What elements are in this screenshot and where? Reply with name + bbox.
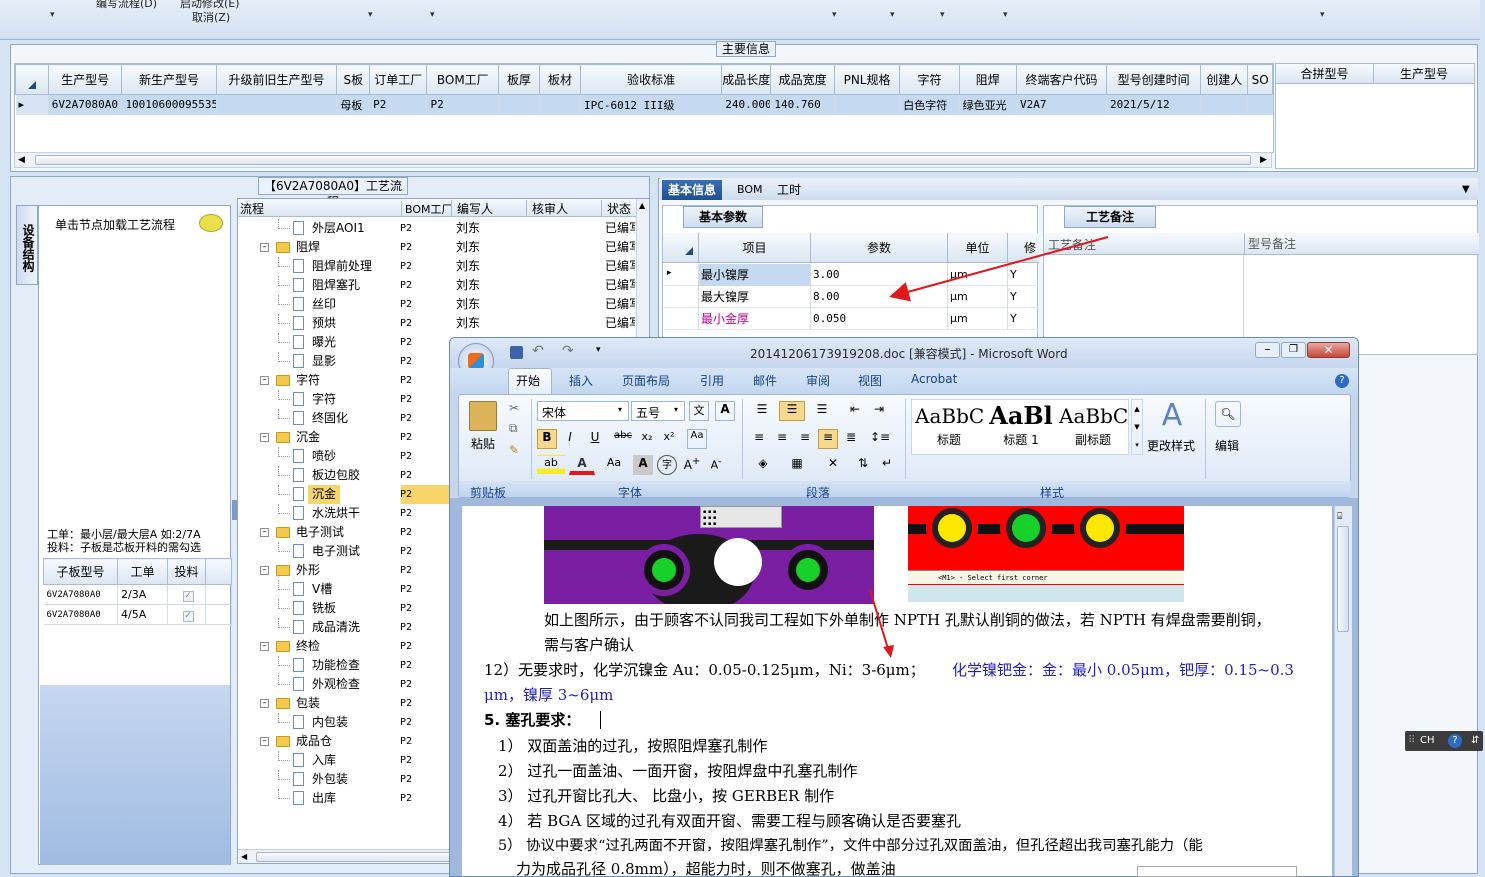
underline-icon[interactable]: U xyxy=(583,429,607,449)
document-page[interactable]: ▪ ▪ ▪ ▪ ▪ ▪ ▪ ▪ ▪ <M1> - Select first corn… xyxy=(462,506,1332,876)
highlight-icon[interactable]: ab xyxy=(537,455,565,475)
sort-icon[interactable]: ⇅ xyxy=(853,455,873,475)
format-painter-icon[interactable]: ✎ xyxy=(509,443,519,457)
undo-icon[interactable]: ↶ xyxy=(532,343,544,359)
enclose-characters-icon[interactable]: 字 xyxy=(657,455,677,475)
decrease-indent-icon[interactable]: ⇤ xyxy=(845,401,865,421)
window-title: 20141206173919208.doc [兼容模式] - Microsoft… xyxy=(750,347,1068,361)
copy-icon[interactable]: ⧉ xyxy=(509,421,518,436)
character-border-icon[interactable]: A xyxy=(715,401,735,421)
shading-icon[interactable]: ◈ xyxy=(749,455,777,475)
subscript-icon[interactable]: x₂ xyxy=(637,429,657,449)
doc-red-arrow xyxy=(869,589,894,658)
word-titlebar: ↶ ↷ ▾ 20141206173919208.doc [兼容模式] - Mic… xyxy=(450,338,1358,379)
ime-toolbar[interactable]: ⠿ CH ? ⇵ xyxy=(1405,731,1483,751)
styles-scroll[interactable]: ▲ ▼ ▾ xyxy=(1131,399,1143,455)
floating-toolbar xyxy=(1137,866,1297,877)
multilevel-list-icon[interactable]: ☰ xyxy=(809,401,835,421)
tab-view[interactable]: 视图 xyxy=(858,372,882,389)
paste-icon[interactable] xyxy=(469,401,497,431)
document-vertical-scrollbar[interactable]: ⌸ xyxy=(1334,506,1352,876)
borders-icon[interactable]: ▦ xyxy=(783,455,811,475)
tab-references[interactable]: 引用 xyxy=(700,372,724,389)
strikethrough-icon[interactable]: abc xyxy=(611,429,635,449)
bold-icon[interactable]: B xyxy=(537,429,557,449)
chevron-down-icon: ▾ xyxy=(618,405,623,414)
show-marks-icon[interactable]: ↵ xyxy=(877,455,897,475)
distributed-icon[interactable]: ≣ xyxy=(841,429,861,449)
change-case-icon[interactable]: Aa xyxy=(601,455,627,475)
increase-indent-icon[interactable]: ⇥ xyxy=(869,401,889,421)
justify-icon[interactable]: ≡ xyxy=(818,429,838,449)
ime-language[interactable]: CH xyxy=(1420,731,1435,751)
paste-button[interactable]: 粘贴 xyxy=(471,435,495,452)
tab-home[interactable]: 开始 xyxy=(516,372,540,389)
close-button[interactable]: ✕ xyxy=(1307,342,1350,358)
chinese-layout-icon[interactable]: ✕ xyxy=(819,455,847,475)
chevron-down-icon: ▾ xyxy=(674,405,679,414)
font-color-icon[interactable]: A xyxy=(569,455,595,475)
italic-icon[interactable]: I xyxy=(560,429,580,449)
tab-page-layout[interactable]: 页面布局 xyxy=(622,372,670,389)
help-icon[interactable]: ? xyxy=(1448,734,1462,748)
font-name-select[interactable]: 宋体 ▾ xyxy=(537,401,629,421)
tab-mailings[interactable]: 邮件 xyxy=(753,372,777,389)
style-swatch[interactable]: AaBl 标题 1 xyxy=(987,401,1055,453)
font-size-select[interactable]: 五号 ▾ xyxy=(631,401,685,421)
shrink-font-icon[interactable]: A- xyxy=(705,455,727,475)
edit-button[interactable]: 编辑 xyxy=(1215,437,1239,454)
word-window[interactable]: ↶ ↷ ▾ 20141206173919208.doc [兼容模式] - Mic… xyxy=(449,337,1359,877)
red-arrow xyxy=(889,236,1109,302)
bullets-icon[interactable]: ☰ xyxy=(749,401,775,421)
line-spacing-icon[interactable]: ↕≡ xyxy=(865,429,895,449)
ruler-toggle-icon[interactable]: ⌸ xyxy=(1337,512,1342,522)
tab-insert[interactable]: 插入 xyxy=(569,372,593,389)
change-styles-icon[interactable]: A xyxy=(1155,399,1189,433)
office-logo-icon xyxy=(468,353,484,369)
clear-formatting-icon[interactable]: Aa xyxy=(687,429,707,449)
style-swatch[interactable]: AaBbC 副标题 xyxy=(1059,401,1127,453)
character-shading-icon[interactable]: A xyxy=(633,455,653,475)
save-icon[interactable] xyxy=(510,346,523,359)
tab-acrobat[interactable]: Acrobat xyxy=(911,372,957,386)
find-icon[interactable]: 🔍︎ xyxy=(1215,401,1241,427)
minimize-button[interactable]: – xyxy=(1255,342,1280,358)
align-center-icon[interactable]: ≡ xyxy=(772,429,792,449)
cut-icon[interactable]: ✂ xyxy=(509,401,519,415)
grip-icon: ⠿ xyxy=(1408,735,1416,746)
superscript-icon[interactable]: x² xyxy=(659,429,679,449)
numbering-icon[interactable]: ☰ xyxy=(779,401,805,421)
phonetic-guide-icon[interactable]: 文 xyxy=(689,401,709,421)
grow-font-icon[interactable]: A+ xyxy=(681,455,703,475)
align-left-icon[interactable]: ≡ xyxy=(749,429,769,449)
align-right-icon[interactable]: ≡ xyxy=(795,429,815,449)
ime-options-icon[interactable]: ⇵ xyxy=(1471,731,1479,751)
qat-dropdown-icon[interactable]: ▾ xyxy=(596,345,601,355)
restore-button[interactable]: ❐ xyxy=(1281,342,1306,358)
help-icon[interactable]: ? xyxy=(1335,374,1349,388)
change-styles-button[interactable]: 更改样式 xyxy=(1147,437,1195,454)
tab-review[interactable]: 审阅 xyxy=(806,372,830,389)
scrollbar-thumb[interactable] xyxy=(1337,526,1349,632)
style-swatch[interactable]: AaBbC 标题 xyxy=(915,401,983,453)
redo-icon[interactable]: ↷ xyxy=(562,343,574,359)
